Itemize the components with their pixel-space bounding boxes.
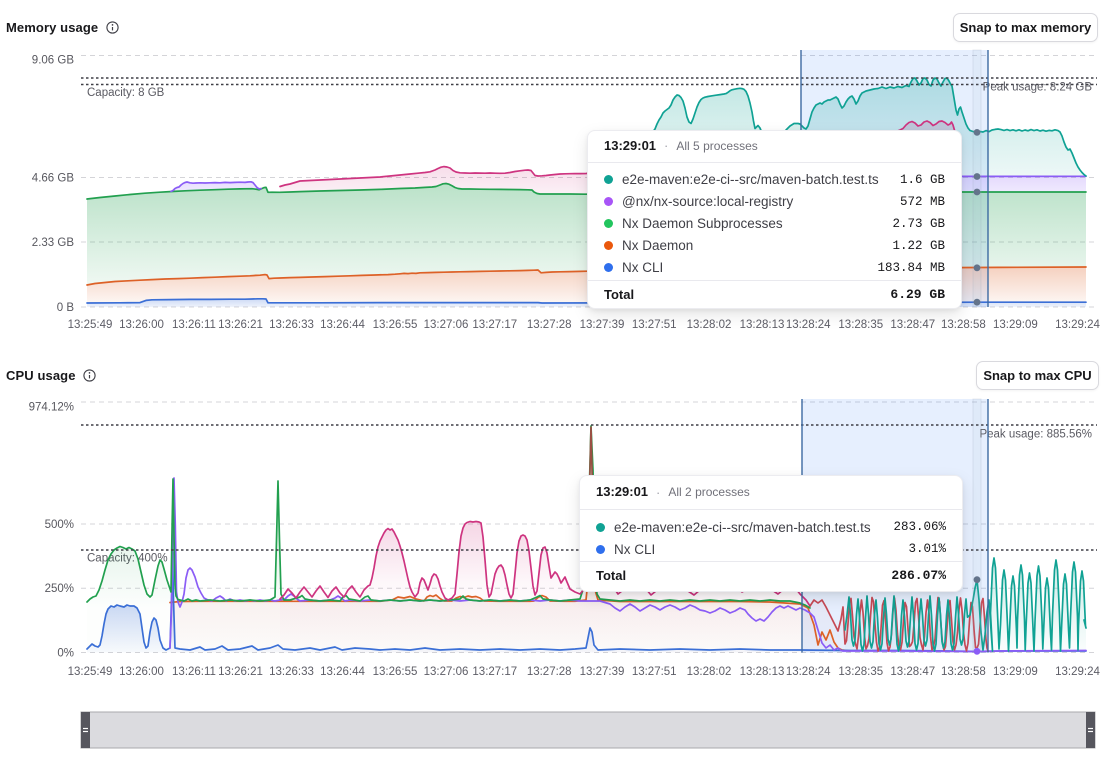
svg-text:13:26:33: 13:26:33 bbox=[269, 666, 314, 678]
svg-text:13:28:24: 13:28:24 bbox=[786, 666, 831, 678]
svg-text:13:27:39: 13:27:39 bbox=[580, 666, 625, 678]
svg-text:13:28:58: 13:28:58 bbox=[941, 666, 986, 678]
svg-text:13:29:24: 13:29:24 bbox=[1055, 666, 1100, 678]
svg-text:13:26:44: 13:26:44 bbox=[320, 319, 365, 331]
svg-text:13:27:17: 13:27:17 bbox=[472, 319, 517, 331]
svg-text:13:28:47: 13:28:47 bbox=[890, 319, 935, 331]
svg-text:13:28:24: 13:28:24 bbox=[786, 319, 831, 331]
svg-text:13:26:00: 13:26:00 bbox=[119, 666, 164, 678]
svg-text:13:27:39: 13:27:39 bbox=[580, 319, 625, 331]
svg-text:13:26:33: 13:26:33 bbox=[269, 319, 314, 331]
svg-text:13:28:02: 13:28:02 bbox=[687, 666, 732, 678]
svg-text:13:28:35: 13:28:35 bbox=[838, 319, 883, 331]
svg-text:2.33 GB: 2.33 GB bbox=[32, 237, 75, 249]
svg-text:0 B: 0 B bbox=[57, 302, 75, 314]
svg-text:13:29:24: 13:29:24 bbox=[1055, 319, 1100, 331]
svg-text:13:27:06: 13:27:06 bbox=[424, 319, 469, 331]
svg-text:13:26:11: 13:26:11 bbox=[172, 319, 216, 331]
svg-text:0%: 0% bbox=[57, 648, 74, 660]
svg-text:13:26:55: 13:26:55 bbox=[373, 666, 418, 678]
svg-text:13:26:00: 13:26:00 bbox=[119, 319, 164, 331]
svg-text:13:27:17: 13:27:17 bbox=[472, 666, 517, 678]
svg-text:Peak usage: 885.56%: Peak usage: 885.56% bbox=[979, 429, 1092, 441]
svg-text:13:25:49: 13:25:49 bbox=[68, 666, 113, 678]
svg-text:4.66 GB: 4.66 GB bbox=[32, 173, 75, 185]
svg-text:500%: 500% bbox=[45, 519, 74, 531]
svg-text:13:26:21: 13:26:21 bbox=[218, 319, 263, 331]
svg-text:13:27:51: 13:27:51 bbox=[632, 319, 677, 331]
svg-text:13:28:02: 13:28:02 bbox=[687, 319, 732, 331]
svg-text:13:27:28: 13:27:28 bbox=[527, 666, 572, 678]
svg-text:13:29:09: 13:29:09 bbox=[993, 319, 1038, 331]
svg-text:13:25:49: 13:25:49 bbox=[68, 319, 113, 331]
svg-text:13:28:13: 13:28:13 bbox=[740, 319, 785, 331]
svg-text:13:26:21: 13:26:21 bbox=[218, 666, 263, 678]
svg-text:13:27:51: 13:27:51 bbox=[632, 666, 677, 678]
svg-text:13:26:11: 13:26:11 bbox=[172, 666, 216, 678]
svg-text:13:27:28: 13:27:28 bbox=[527, 319, 572, 331]
svg-text:13:28:58: 13:28:58 bbox=[941, 319, 986, 331]
svg-text:13:26:55: 13:26:55 bbox=[373, 319, 418, 331]
svg-text:Capacity: 8 GB: Capacity: 8 GB bbox=[87, 87, 165, 99]
svg-text:13:28:13: 13:28:13 bbox=[740, 666, 785, 678]
svg-text:13:27:06: 13:27:06 bbox=[424, 666, 469, 678]
svg-text:13:29:09: 13:29:09 bbox=[993, 666, 1038, 678]
svg-text:13:28:47: 13:28:47 bbox=[890, 666, 935, 678]
svg-text:13:26:44: 13:26:44 bbox=[320, 666, 365, 678]
svg-text:974.12%: 974.12% bbox=[29, 402, 74, 414]
svg-text:250%: 250% bbox=[45, 583, 74, 595]
svg-text:Peak usage: 8.24 GB: Peak usage: 8.24 GB bbox=[983, 82, 1093, 94]
svg-text:9.06 GB: 9.06 GB bbox=[32, 55, 75, 67]
svg-text:13:28:35: 13:28:35 bbox=[838, 666, 883, 678]
